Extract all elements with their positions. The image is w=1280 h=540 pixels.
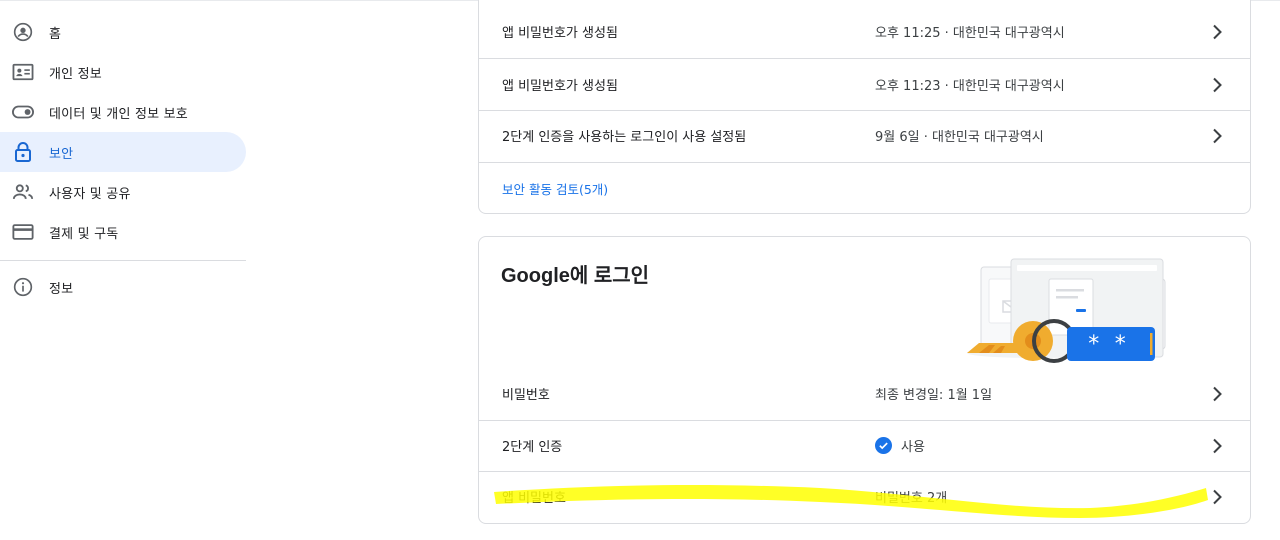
chevron-right-icon xyxy=(1213,386,1222,401)
activity-time-location: 오후 11:25 · 대한민국 대구광역시 xyxy=(875,26,1065,41)
sidebar-item-label: 데이터 및 개인 정보 보호 xyxy=(49,106,188,122)
signin-google-card: Google에 로그인 * * 비밀번호 최종 변경일: 1월 1일 2단계 인… xyxy=(478,236,1251,524)
row-label: 비밀번호 xyxy=(502,388,550,403)
row-value: 최종 변경일: 1월 1일 xyxy=(875,388,993,403)
row-label: 앱 비밀번호 xyxy=(502,491,566,506)
row-value: 비밀번호 2개 xyxy=(875,491,948,506)
row-divider xyxy=(479,162,1250,163)
sidebar-item-label: 사용자 및 공유 xyxy=(49,186,131,202)
app-passwords-row[interactable]: 앱 비밀번호 비밀번호 2개 xyxy=(479,471,1250,522)
recent-security-activity-card: 앱 비밀번호가 생성됨 오후 11:25 · 대한민국 대구광역시 앱 비밀번호… xyxy=(478,0,1251,214)
row-label: 2단계 인증 xyxy=(502,440,563,455)
chevron-right-icon xyxy=(1213,128,1222,143)
id-card-icon xyxy=(12,61,34,83)
chevron-right-icon xyxy=(1213,489,1222,504)
password-row[interactable]: 비밀번호 최종 변경일: 1월 1일 xyxy=(479,368,1250,419)
people-icon xyxy=(12,181,34,203)
sidebar-item-data-privacy[interactable]: 데이터 및 개인 정보 보호 xyxy=(0,92,246,132)
credit-card-icon xyxy=(12,221,34,243)
activity-time-location: 오후 11:23 · 대한민국 대구광역시 xyxy=(875,79,1065,94)
sidebar-item-people-sharing[interactable]: 사용자 및 공유 xyxy=(0,172,246,212)
sidebar-item-label: 결제 및 구독 xyxy=(49,226,119,242)
activity-label: 2단계 인증을 사용하는 로그인이 사용 설정됨 xyxy=(502,130,747,145)
sidebar-item-security[interactable]: 보안 xyxy=(0,132,246,172)
review-security-activity-link[interactable]: 보안 활동 검토(5개) xyxy=(502,179,608,198)
activity-row[interactable]: 앱 비밀번호가 생성됨 오후 11:25 · 대한민국 대구광역시 xyxy=(479,6,1250,57)
toggle-icon xyxy=(12,101,34,123)
sidebar-item-label: 정보 xyxy=(49,281,74,297)
check-circle-icon xyxy=(875,437,892,454)
row-value-wrap: 사용 xyxy=(875,436,925,455)
activity-row[interactable]: 2단계 인증을 사용하는 로그인이 사용 설정됨 9월 6일 · 대한민국 대구… xyxy=(479,110,1250,161)
chevron-right-icon xyxy=(1213,77,1222,92)
sidebar-item-personal-info[interactable]: 개인 정보 xyxy=(0,52,246,92)
card-title: Google에 로그인 xyxy=(501,265,650,287)
sidebar-item-home[interactable]: 홈 xyxy=(0,12,246,52)
account-circle-icon xyxy=(12,21,34,43)
chevron-right-icon xyxy=(1213,438,1222,453)
info-icon xyxy=(12,276,34,298)
chevron-right-icon xyxy=(1213,24,1222,39)
sidebar-item-about[interactable]: 정보 xyxy=(0,267,246,307)
sidebar-item-label: 개인 정보 xyxy=(49,66,102,82)
sidebar-item-payments[interactable]: 결제 및 구독 xyxy=(0,212,246,252)
sidebar-divider xyxy=(0,260,246,261)
activity-row[interactable]: 앱 비밀번호가 생성됨 오후 11:23 · 대한민국 대구광역시 xyxy=(479,59,1250,110)
activity-label: 앱 비밀번호가 생성됨 xyxy=(502,26,618,41)
row-value: 사용 xyxy=(901,440,925,455)
sidebar: 홈 개인 정보 데이터 및 개인 정보 보호 보안 사용자 및 공유 결제 및 … xyxy=(0,12,246,307)
sidebar-item-label: 홈 xyxy=(49,26,62,42)
lock-icon xyxy=(12,141,34,163)
two-step-verification-row[interactable]: 2단계 인증 사용 xyxy=(479,420,1250,471)
password-dots: * * xyxy=(1087,332,1127,357)
activity-label: 앱 비밀번호가 생성됨 xyxy=(502,79,618,94)
sidebar-item-label: 보안 xyxy=(49,146,74,162)
activity-time-location: 9월 6일 · 대한민국 대구광역시 xyxy=(875,130,1044,145)
password-key-illustration: * * xyxy=(967,258,1166,363)
